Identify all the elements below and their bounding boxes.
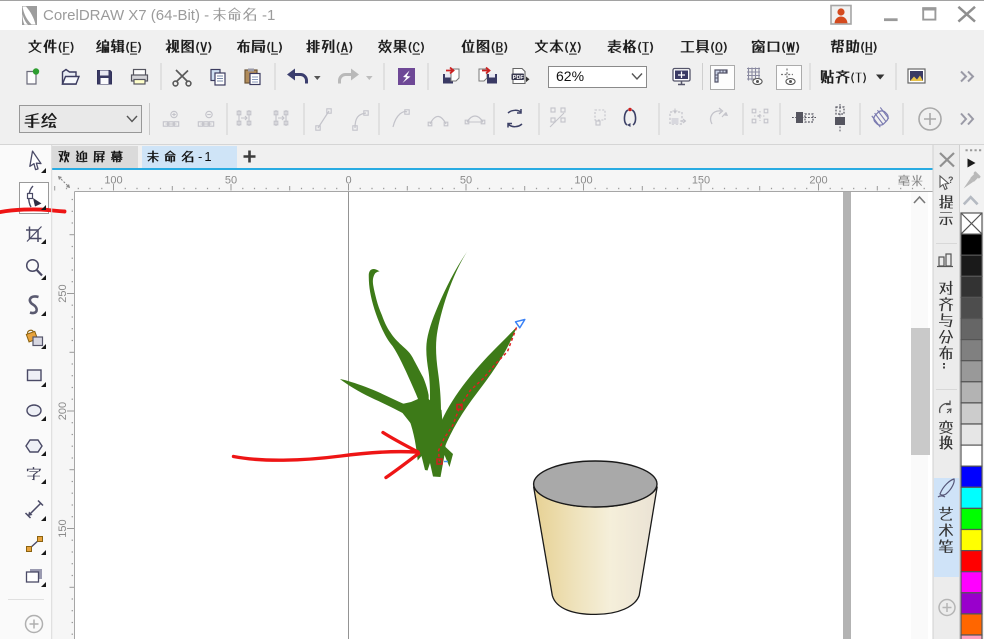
svg-text:PDF: PDF	[513, 75, 525, 81]
svg-text:?: ?	[948, 175, 954, 185]
